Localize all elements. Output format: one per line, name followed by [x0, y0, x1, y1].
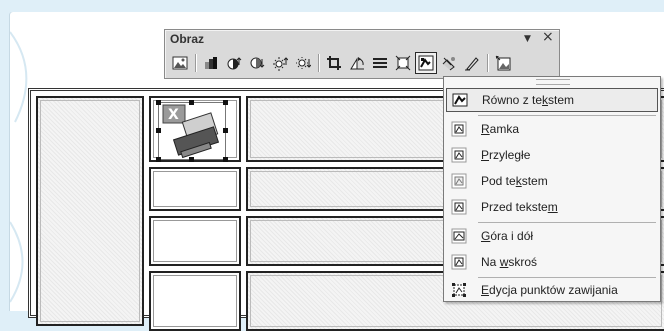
wrap-behind-icon: [451, 173, 467, 189]
crop-button[interactable]: [323, 52, 345, 74]
rotate-left-button[interactable]: [346, 52, 368, 74]
menu-separator: [478, 222, 656, 223]
toolbar-separator: [487, 54, 489, 72]
table-cell[interactable]: [36, 96, 144, 326]
format-picture-icon: [442, 57, 455, 71]
resize-handle[interactable]: [156, 128, 161, 133]
menu-item-square[interactable]: Ramka: [446, 117, 658, 141]
menu-grip[interactable]: [536, 79, 570, 85]
resize-handle[interactable]: [223, 157, 228, 162]
toolbar-icons: [169, 51, 515, 75]
menu-separator: [478, 115, 656, 116]
table-cell[interactable]: [149, 271, 241, 331]
insert-picture-button[interactable]: [169, 52, 191, 74]
color-icon: [205, 57, 217, 69]
more-contrast-button[interactable]: [223, 52, 245, 74]
svg-text:X: X: [168, 107, 179, 123]
set-transparent-color-button[interactable]: [461, 52, 483, 74]
compress-pictures-button[interactable]: [392, 52, 414, 74]
set-transparent-color-icon: [465, 57, 479, 71]
toolbar-title[interactable]: Obraz: [170, 32, 204, 46]
table-cell[interactable]: [149, 216, 241, 266]
less-contrast-button[interactable]: [246, 52, 268, 74]
text-wrapping-menu[interactable]: Równo z tekstem Ramka Przyległe Pod teks…: [443, 76, 661, 302]
menu-item-label: Ramka: [481, 122, 520, 136]
compress-pictures-icon: [395, 55, 411, 71]
wrap-inline-icon: [452, 92, 468, 108]
printer-clipart-icon: X: [162, 104, 220, 159]
menu-item-in-front-of-text[interactable]: Przed tekstem: [446, 195, 658, 219]
menu-item-label: Pod tekstem: [481, 174, 548, 188]
rotate-left-icon: [350, 57, 364, 70]
menu-item-behind-text[interactable]: Pod tekstem: [446, 169, 658, 193]
wrap-top-bottom-icon: [451, 228, 467, 244]
wrap-tight-icon: [451, 147, 467, 163]
menu-item-label: Przyległe: [481, 148, 531, 162]
toolbar-close-button[interactable]: ×: [542, 29, 554, 45]
menu-item-tight[interactable]: Przyległe: [446, 143, 658, 167]
wrap-square-icon: [451, 121, 467, 137]
line-style-button[interactable]: [369, 52, 391, 74]
menu-item-label: Na wskroś: [481, 255, 538, 269]
toolbar-separator: [318, 54, 320, 72]
crop-icon: [327, 56, 341, 70]
resize-handle[interactable]: [189, 100, 194, 105]
text-wrapping-icon: [418, 55, 434, 71]
line-style-icon: [373, 58, 387, 68]
selected-picture[interactable]: X: [156, 100, 228, 162]
menu-item-label: Góra i dół: [481, 229, 534, 243]
less-brightness-icon: [296, 57, 311, 69]
resize-handle[interactable]: [223, 100, 228, 105]
menu-item-inline-with-text[interactable]: Równo z tekstem: [446, 88, 658, 112]
wrap-through-icon: [451, 254, 467, 270]
toolbar-separator: [195, 54, 197, 72]
resize-handle[interactable]: [156, 157, 161, 162]
less-contrast-icon: [250, 57, 265, 69]
resize-handle[interactable]: [189, 157, 194, 162]
reset-picture-icon: [495, 55, 511, 71]
resize-handle[interactable]: [156, 100, 161, 105]
more-brightness-icon: [273, 57, 288, 71]
insert-picture-icon: [172, 56, 188, 70]
menu-item-label: Edycja punktów zawijania: [481, 283, 618, 297]
menu-item-label: Równo z tekstem: [482, 93, 575, 107]
text-wrapping-button[interactable]: [415, 52, 437, 74]
wrap-front-icon: [451, 199, 467, 215]
toolbar-options-button[interactable]: ▼: [524, 34, 531, 44]
menu-item-through[interactable]: Na wskroś: [446, 250, 658, 274]
edit-wrap-points-icon: [451, 282, 467, 298]
resize-handle[interactable]: [223, 128, 228, 133]
format-picture-button[interactable]: [438, 52, 460, 74]
more-brightness-button[interactable]: [269, 52, 291, 74]
menu-item-edit-wrap-points[interactable]: Edycja punktów zawijania: [446, 278, 658, 302]
picture-toolbar[interactable]: Obraz ▼ ×: [164, 29, 560, 79]
color-button[interactable]: [200, 52, 222, 74]
menu-item-top-and-bottom[interactable]: Góra i dół: [446, 224, 658, 248]
less-brightness-button[interactable]: [292, 52, 314, 74]
more-contrast-icon: [227, 57, 242, 70]
table-cell[interactable]: [149, 167, 241, 211]
reset-picture-button[interactable]: [492, 52, 514, 74]
menu-item-label: Przed tekstem: [481, 200, 558, 214]
